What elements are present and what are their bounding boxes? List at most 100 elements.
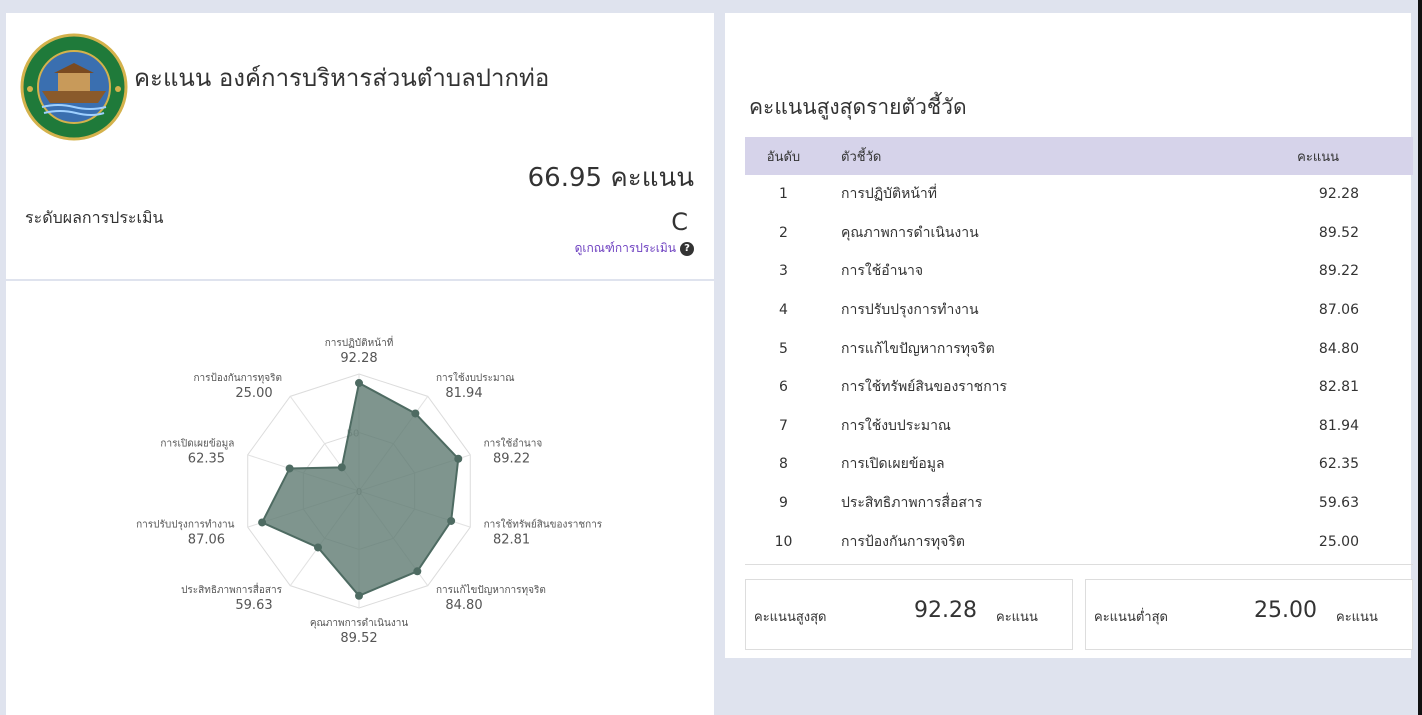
rank-cell: 1 [779, 186, 788, 203]
question-circle-icon[interactable]: ? [680, 241, 694, 256]
radar-value-label: 89.22 [493, 452, 530, 467]
score-cell: 89.22 [1318, 263, 1359, 280]
radar-data-point [454, 454, 463, 463]
max-score-unit: คะแนน [996, 610, 1038, 625]
min-score-box: คะแนนต่ำสุด 25.00 คะแนน [1085, 579, 1413, 650]
radar-value-label: 81.94 [445, 386, 482, 401]
min-score-unit: คะแนน [1336, 610, 1378, 625]
indicator-cell: การแก้ไขปัญหาการทุจริต [841, 340, 995, 357]
radar-value-label: 59.63 [235, 598, 272, 613]
radar-chart-card: 050การปฏิบัติหน้าที่92.28การใช้งบประมาณ8… [6, 281, 714, 715]
min-score-value: 25.00 [1254, 598, 1317, 623]
rank-cell: 7 [779, 417, 788, 434]
radar-chart: 050การปฏิบัติหน้าที่92.28การใช้งบประมาณ8… [136, 335, 603, 646]
radar-data-point [411, 409, 420, 418]
indicator-cell: การใช้งบประมาณ [841, 417, 951, 434]
table-row: 9 ประสิทธิภาพการสื่อสาร 59.63 [745, 484, 1413, 523]
rank-cell: 2 [779, 224, 788, 241]
indicator-cell: การเปิดเผยข้อมูล [841, 456, 945, 473]
score-cell: 87.06 [1318, 302, 1359, 319]
criteria-link[interactable]: ดูเกณฑ์การประเมิน ? [575, 239, 694, 258]
indicator-cell: การใช้อำนาจ [841, 263, 924, 280]
score-cell: 84.80 [1318, 340, 1359, 357]
level-value: C [671, 208, 688, 236]
ranking-table: อันดับ ตัวชี้วัด คะแนน 1 การปฏิบัติหน้าที… [745, 137, 1413, 561]
ranking-table-header: อันดับ ตัวชี้วัด คะแนน [745, 137, 1413, 175]
min-score-label: คะแนนต่ำสุด [1094, 610, 1168, 625]
radar-axis-label: การปรับปรุงการทำงาน [136, 519, 234, 530]
radar-axis-label: การปฏิบัติหน้าที่ [325, 335, 394, 349]
org-score-card: คะแนน องค์การบริหารส่วนตำบลปากท่อ 66.95 … [6, 13, 714, 279]
level-label: ระดับผลการประเมิน [25, 208, 164, 227]
score-cell: 82.81 [1318, 379, 1359, 396]
radar-axis-label: การใช้ทรัพย์สินของราชการ [484, 518, 603, 530]
radar-value-label: 92.28 [340, 351, 377, 366]
radar-axis-label: การใช้งบประมาณ [436, 372, 515, 384]
table-row: 5 การแก้ไขปัญหาการทุจริต 84.80 [745, 329, 1413, 368]
radar-value-label: 82.81 [493, 532, 530, 547]
max-score-label: คะแนนสูงสุด [754, 610, 827, 625]
table-row: 10 การป้องกันการทุจริต 25.00 [745, 522, 1413, 561]
radar-data-point [355, 379, 363, 388]
radar-value-label: 84.80 [445, 598, 482, 613]
table-row: 4 การปรับปรุงการทำงาน 87.06 [745, 291, 1413, 330]
radar-value-label: 87.06 [188, 532, 225, 547]
score-cell: 59.63 [1318, 495, 1359, 512]
table-row: 6 การใช้ทรัพย์สินของราชการ 82.81 [745, 368, 1413, 407]
score-cell: 25.00 [1318, 533, 1359, 550]
radar-value-label: 62.35 [188, 452, 225, 467]
max-score-value: 92.28 [914, 598, 977, 623]
radar-axis-label: การป้องกันการทุจริต [193, 372, 282, 384]
ranking-title: คะแนนสูงสุดรายตัวชี้วัด [749, 95, 967, 119]
rank-cell: 4 [779, 302, 788, 319]
radar-data-point [258, 518, 267, 527]
indicator-cell: การใช้ทรัพย์สินของราชการ [841, 379, 1008, 396]
indicator-cell: การปรับปรุงการทำงาน [841, 302, 979, 319]
table-row: 8 การเปิดเผยข้อมูล 62.35 [745, 445, 1413, 484]
indicator-cell: การป้องกันการทุจริต [841, 533, 965, 550]
radar-data-point [285, 464, 294, 473]
score-cell: 81.94 [1318, 417, 1359, 434]
radar-data-point [355, 591, 363, 600]
rank-cell: 3 [779, 263, 788, 280]
radar-axis-label: การเปิดเผยข้อมูล [160, 438, 234, 450]
radar-series-area [260, 381, 460, 597]
ranking-card: คะแนนสูงสุดรายตัวชี้วัด อันดับ ตัวชี้วัด… [725, 13, 1413, 658]
table-row: 3 การใช้อำนาจ 89.22 [745, 252, 1413, 291]
rank-cell: 10 [774, 533, 793, 550]
rank-cell: 8 [779, 456, 788, 473]
radar-axis-label: ประสิทธิภาพการสื่อสาร [181, 582, 283, 596]
max-score-box: คะแนนสูงสุด 92.28 คะแนน [745, 579, 1073, 650]
radar-value-label: 25.00 [235, 386, 272, 401]
total-score: 66.95 คะแนน [527, 163, 694, 193]
org-title: คะแนน องค์การบริหารส่วนตำบลปากท่อ [134, 64, 550, 92]
indicator-cell: การปฏิบัติหน้าที่ [841, 186, 938, 203]
score-cell: 89.52 [1318, 224, 1359, 241]
table-divider [745, 564, 1413, 565]
radar-axis-label: คุณภาพการดำเนินงาน [310, 618, 409, 629]
radar-axis-label: การแก้ไขปัญหาการทุจริต [436, 584, 546, 596]
col-rank-header: อันดับ [766, 149, 801, 165]
indicator-cell: คุณภาพการดำเนินงาน [841, 224, 979, 241]
table-row: 1 การปฏิบัติหน้าที่ 92.28 [745, 175, 1413, 214]
criteria-link-text[interactable]: ดูเกณฑ์การประเมิน [575, 239, 676, 258]
radar-data-point [313, 543, 322, 552]
rank-cell: 5 [779, 340, 788, 357]
window-edge [1418, 0, 1422, 715]
ranking-table-body: 1 การปฏิบัติหน้าที่ 92.28 2 คุณภาพการดำเนินง… [745, 175, 1413, 561]
indicator-cell: ประสิทธิภาพการสื่อสาร [841, 495, 983, 512]
radar-value-label: 89.52 [340, 631, 377, 646]
col-indicator-header: ตัวชี้วัด [841, 149, 882, 165]
score-cell: 62.35 [1318, 456, 1359, 473]
score-cell: 92.28 [1318, 186, 1359, 203]
radar-data-point [413, 567, 422, 576]
radar-data-point [337, 463, 346, 472]
org-logo-seal [20, 33, 128, 141]
rank-cell: 6 [779, 379, 788, 396]
rank-cell: 9 [779, 495, 788, 512]
table-row: 2 คุณภาพการดำเนินงาน 89.52 [745, 214, 1413, 253]
radar-data-point [447, 516, 456, 525]
table-row: 7 การใช้งบประมาณ 81.94 [745, 407, 1413, 446]
col-score-header: คะแนน [1297, 149, 1339, 165]
radar-axis-label: การใช้อำนาจ [484, 438, 543, 450]
